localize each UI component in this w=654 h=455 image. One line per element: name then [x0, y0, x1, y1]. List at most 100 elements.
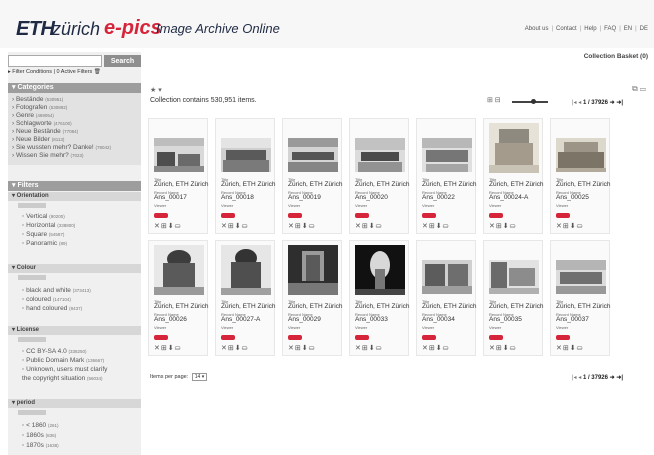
category-item[interactable]: › Bestände (530951) — [12, 96, 63, 103]
thumbnail-image[interactable] — [288, 245, 338, 295]
export-icon[interactable]: ⧉ — [632, 84, 638, 93]
image-card[interactable]: Title Zürich, ETH Zürich Record Name Ans… — [215, 118, 276, 234]
fullscreen-icon[interactable]: ⊞ — [161, 345, 168, 352]
first-page-icon[interactable]: |◂ — [572, 100, 577, 106]
filter-item[interactable]: ◦ hand coloured (8437) — [22, 305, 82, 312]
download-icon[interactable]: ⬇ — [168, 223, 175, 230]
nav-contact[interactable]: Contact — [556, 26, 577, 32]
thumbnail-image[interactable] — [422, 138, 472, 172]
download-icon[interactable]: ⬇ — [570, 345, 577, 352]
orientation-selector-bar[interactable] — [18, 203, 46, 208]
compare-icon[interactable]: ✕ — [355, 223, 362, 230]
category-item[interactable]: › Genre (469054) — [12, 112, 54, 119]
download-icon[interactable]: ⬇ — [503, 345, 510, 352]
image-card[interactable]: Title Zürich, ETH Zürich Record Name Ans… — [416, 118, 477, 234]
compare-icon[interactable]: ✕ — [422, 345, 429, 352]
fullscreen-icon[interactable]: ⊞ — [228, 345, 235, 352]
filter-item[interactable]: ◦ black and white (373413) — [22, 287, 91, 294]
filter-item[interactable]: ◦ CC BY-SA 4.0 (338250) — [22, 348, 87, 355]
filter-group-colour[interactable]: ▾ Colour — [8, 264, 141, 273]
fullscreen-icon[interactable]: ⊞ — [362, 223, 369, 230]
category-item[interactable]: › Wissen Sie mehr? (7023) — [12, 152, 84, 159]
category-item[interactable]: › Neue Bilder (8113) — [12, 136, 64, 143]
download-icon[interactable]: ⬇ — [168, 345, 175, 352]
basket-icon[interactable]: ⛀ — [443, 223, 450, 230]
download-icon[interactable]: ⬇ — [503, 223, 510, 230]
viewer-badge[interactable] — [355, 213, 369, 218]
nav-about-us[interactable]: About us — [525, 26, 549, 32]
thumbnail-image[interactable] — [489, 260, 539, 294]
image-card[interactable]: Title Zürich, ETH Zürich Record Name Ans… — [148, 118, 209, 234]
image-card[interactable]: Title Zürich, ETH Zürich Record Name Ans… — [349, 240, 410, 356]
basket-icon[interactable]: ⛀ — [443, 345, 450, 352]
basket-icon[interactable]: ⛀ — [175, 345, 182, 352]
filter-item[interactable]: ◦ < 1860 (261) — [22, 422, 59, 429]
basket-icon[interactable]: ⛀ — [376, 223, 383, 230]
viewer-badge[interactable] — [154, 335, 168, 340]
thumbnail-image[interactable] — [154, 138, 204, 172]
compare-icon[interactable]: ✕ — [221, 345, 228, 352]
compare-icon[interactable]: ✕ — [355, 345, 362, 352]
viewer-badge[interactable] — [221, 335, 235, 340]
zurich-logo-text[interactable]: zürich — [52, 19, 100, 40]
image-card[interactable]: Title Zürich, ETH Zürich Record Name Ans… — [483, 240, 544, 356]
basket-icon[interactable]: ⛀ — [510, 345, 517, 352]
items-per-page-select[interactable]: 14 ▾ — [191, 373, 208, 381]
nav-lang-de[interactable]: DE — [640, 26, 648, 32]
fullscreen-icon[interactable]: ⊞ — [161, 223, 168, 230]
compare-icon[interactable]: ✕ — [154, 345, 161, 352]
thumbnail-size-slider[interactable] — [512, 99, 548, 104]
thumbnail-image[interactable] — [154, 245, 204, 295]
thumbnail-image[interactable] — [288, 138, 338, 172]
download-icon[interactable]: ⬇ — [436, 345, 443, 352]
thumbnail-image[interactable] — [422, 260, 472, 294]
print-icon[interactable]: ▭ — [640, 84, 646, 93]
filter-group-period[interactable]: ▾ period — [8, 399, 141, 408]
viewer-badge[interactable] — [556, 213, 570, 218]
thumbnail-image[interactable] — [556, 138, 606, 172]
collection-basket-link[interactable]: Collection Basket (0) — [584, 53, 648, 60]
compare-icon[interactable]: ✕ — [556, 345, 563, 352]
slider-handle[interactable] — [531, 99, 537, 104]
last-page-icon[interactable]: ➜| — [616, 100, 623, 106]
compare-icon[interactable]: ✕ — [489, 223, 496, 230]
fullscreen-icon[interactable]: ⊞ — [496, 345, 503, 352]
next-page-icon[interactable]: ➜ — [610, 375, 615, 381]
compare-icon[interactable]: ✕ — [221, 223, 228, 230]
viewer-badge[interactable] — [288, 213, 302, 218]
filter-conditions-toggle[interactable]: ▸ Filter Conditions | 0 Active Filters 🗑 — [8, 69, 101, 75]
compare-icon[interactable]: ✕ — [288, 223, 295, 230]
compare-icon[interactable]: ✕ — [422, 223, 429, 230]
filter-item-continued[interactable]: the copyright situation (56034) — [22, 375, 103, 382]
basket-icon[interactable]: ⛀ — [175, 223, 182, 230]
view-mode-toggle[interactable]: ⊞ ⊟ — [487, 96, 501, 104]
image-card[interactable]: Title Zürich, ETH Zürich Record Name Ans… — [416, 240, 477, 356]
category-item[interactable]: › Schlagworte (476100) — [12, 120, 72, 127]
compare-icon[interactable]: ✕ — [288, 345, 295, 352]
thumbnail-image[interactable] — [355, 138, 405, 172]
basket-icon[interactable]: ⛀ — [309, 223, 316, 230]
basket-icon[interactable]: ⛀ — [376, 345, 383, 352]
download-icon[interactable]: ⬇ — [302, 223, 309, 230]
eth-logo[interactable]: ETH — [16, 18, 55, 41]
category-item[interactable]: › Fotografen (530892) — [12, 104, 67, 111]
download-icon[interactable]: ⬇ — [570, 223, 577, 230]
image-card[interactable]: Title Zürich, ETH Zürich Record Name Ans… — [148, 240, 209, 356]
basket-icon[interactable]: ⛀ — [309, 345, 316, 352]
filter-group-orientation[interactable]: ▾ Orientation — [8, 192, 141, 201]
compare-icon[interactable]: ✕ — [489, 345, 496, 352]
fullscreen-icon[interactable]: ⊞ — [563, 223, 570, 230]
thumbnail-image[interactable] — [221, 245, 271, 295]
viewer-badge[interactable] — [154, 213, 168, 218]
prev-page-icon[interactable]: ◂ — [578, 375, 581, 381]
categories-header[interactable]: ▾ Categories — [8, 83, 141, 93]
fullscreen-icon[interactable]: ⊞ — [228, 223, 235, 230]
thumbnail-image[interactable] — [355, 245, 405, 295]
fullscreen-icon[interactable]: ⊞ — [295, 345, 302, 352]
nav-help[interactable]: Help — [584, 26, 596, 32]
basket-icon[interactable]: ⛀ — [242, 223, 249, 230]
compare-icon[interactable]: ✕ — [154, 223, 161, 230]
download-icon[interactable]: ⬇ — [302, 345, 309, 352]
filter-item[interactable]: ◦ 1870s (1638) — [22, 442, 59, 449]
epics-logo[interactable]: e-pics — [104, 17, 162, 40]
